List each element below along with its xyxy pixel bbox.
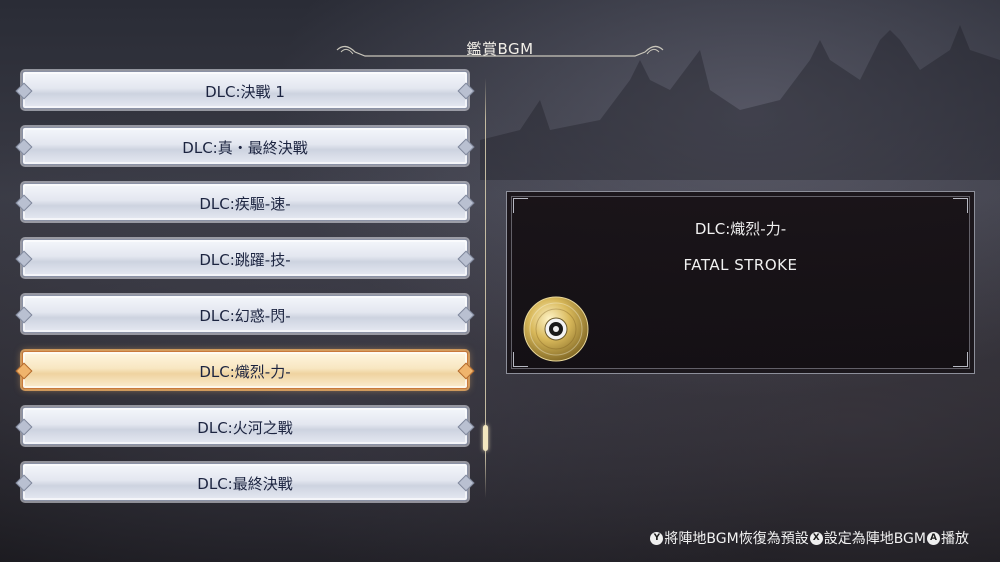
panel-corner-ornament (513, 198, 528, 213)
panel-corner-ornament (953, 198, 968, 213)
bgm-item-label: DLC:火河之戰 (197, 419, 293, 437)
bgm-list-item[interactable]: DLC:決戰 1 (22, 71, 468, 109)
hint-label: 播放 (941, 531, 969, 547)
bgm-list-item[interactable]: DLC:幻惑-閃- (22, 295, 468, 333)
hint-label: 將陣地BGM恢復為預設 (664, 531, 809, 547)
page-title: 鑑賞BGM (466, 40, 534, 58)
bgm-list-item[interactable]: DLC:最終決戰 (22, 463, 468, 501)
track-title: DLC:熾烈-力- (694, 220, 787, 238)
hint-label: 設定為陣地BGM (823, 531, 926, 547)
y-button-icon: Y (650, 531, 664, 545)
bgm-list: DLC:決戰 1 DLC:真・最終決戰 DLC:疾驅-速- DLC:跳躍-技- … (22, 71, 468, 519)
scrollbar-thumb[interactable] (483, 425, 488, 451)
bgm-item-label: DLC:熾烈-力- (199, 363, 291, 381)
cd-disc-icon (523, 296, 589, 362)
bgm-list-item[interactable]: DLC:跳躍-技- (22, 239, 468, 277)
x-button-icon: X (809, 531, 823, 545)
hint-play[interactable]: A 播放 (927, 528, 970, 548)
hint-set-bgm[interactable]: X 設定為陣地BGM (809, 528, 927, 548)
hint-reset-bgm[interactable]: Y 將陣地BGM恢復為預設 (650, 528, 809, 548)
bgm-list-item[interactable]: DLC:疾驅-速- (22, 183, 468, 221)
track-detail-panel: DLC:熾烈-力- FATAL STROKE (506, 191, 975, 374)
bgm-item-label: DLC:疾驅-速- (199, 195, 291, 213)
bgm-item-label: DLC:最終決戰 (197, 475, 293, 493)
screen-header: 鑑賞BGM (335, 36, 665, 64)
panel-corner-ornament (953, 352, 968, 367)
bgm-item-label: DLC:跳躍-技- (199, 251, 291, 269)
bgm-list-item[interactable]: DLC:火河之戰 (22, 407, 468, 445)
bgm-list-item-selected[interactable]: DLC:熾烈-力- (22, 351, 468, 389)
bgm-list-item[interactable]: DLC:真・最終決戰 (22, 127, 468, 165)
a-button-icon: A (927, 531, 940, 545)
list-scrollbar[interactable] (483, 78, 488, 498)
bgm-item-label: DLC:真・最終決戰 (182, 139, 308, 157)
bgm-item-label: DLC:幻惑-閃- (199, 307, 291, 325)
track-subtitle: FATAL STROKE (683, 256, 798, 274)
button-hints-bar: Y 將陣地BGM恢復為預設 X 設定為陣地BGM A 播放 (650, 528, 970, 548)
bgm-item-label: DLC:決戰 1 (205, 83, 285, 101)
